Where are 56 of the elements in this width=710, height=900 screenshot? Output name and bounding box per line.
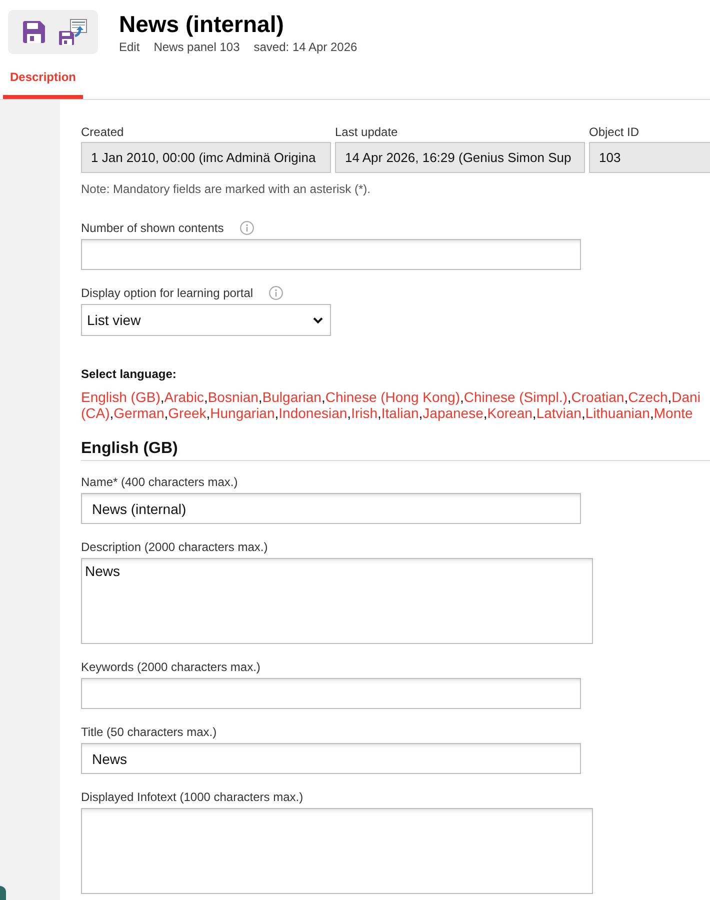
field-label: Number of shown contents (81, 221, 224, 235)
language-link[interactable]: Chinese (Hong Kong) (325, 389, 460, 405)
save-button[interactable] (23, 21, 45, 43)
chevron-down-icon (313, 316, 323, 324)
info-icon[interactable] (269, 286, 284, 300)
field-label: Name* (400 characters max.) (81, 475, 239, 489)
field-label: Created (81, 125, 124, 139)
field-label: Description (2000 characters max.) (81, 540, 269, 554)
input-field[interactable]: News (internal) (81, 493, 581, 524)
floppy-document-icon (59, 19, 87, 45)
dropdown-select[interactable]: List view (81, 304, 331, 336)
readonly-field: 1 Jan 2010, 00:00 (imc Adminä Origina (81, 142, 331, 173)
language-link[interactable]: English (GB) (81, 389, 160, 405)
language-link[interactable]: Arabic (164, 389, 204, 405)
field-label: Object ID (589, 125, 640, 139)
language-link[interactable]: Greek (168, 405, 206, 421)
language-link[interactable]: Irish (351, 405, 378, 421)
language-link[interactable]: Indonesian (278, 405, 348, 421)
meta-text: saved: 14 Apr 2026 (254, 40, 358, 54)
language-list: English (GB),Arabic,Bosnian,Bulgarian,Chinese (Hong Kong),Chinese (Simpl.),Croatian,Czech,Dani (CA),German,Greek,Hungarian,Indonesian,Irish,Italian,Japanese,Korean,Latvian,Lithuanian,Monte (81, 389, 710, 421)
readonly-field: 14 Apr 2026, 16:29 (Genius Simon Sup (335, 142, 585, 173)
field-label: Display option for learning portal (81, 286, 254, 300)
page-title: News (internal) (119, 11, 285, 38)
language-link[interactable]: Chinese (Simpl.) (464, 389, 568, 405)
textarea-field[interactable]: News (81, 558, 593, 644)
language-link[interactable]: German (114, 405, 164, 421)
toolbar-button[interactable] (59, 19, 87, 45)
language-link[interactable]: Bulgarian (262, 389, 322, 405)
language-link[interactable]: Croatian (571, 389, 624, 405)
language-link[interactable]: Czech (628, 389, 668, 405)
field-label: Title (50 characters max.) (81, 725, 218, 739)
language-link[interactable]: Hungarian (210, 405, 275, 421)
language-link[interactable]: Latvian (536, 405, 582, 421)
field-label: Displayed Infotext (1000 characters max.) (81, 790, 304, 804)
language-link[interactable]: (CA) (81, 405, 110, 421)
input-field[interactable]: News (81, 743, 581, 774)
language-link[interactable]: Lithuanian (585, 405, 650, 421)
readonly-field: 103 (589, 142, 710, 173)
note-text: Note: Mandatory fields are marked with an asterisk (*). (81, 182, 372, 196)
info-icon[interactable] (240, 221, 254, 235)
section-label: Select language: (81, 367, 178, 381)
input-field[interactable] (81, 239, 581, 270)
meta-text: Edit (119, 40, 140, 54)
field-label: Last update (335, 125, 398, 139)
language-link[interactable]: Korean (487, 405, 532, 421)
language-link[interactable]: Bosnian (208, 389, 258, 405)
language-link[interactable]: Japanese (422, 405, 484, 421)
language-link[interactable]: Italian (381, 405, 419, 421)
section-heading: English (GB) (81, 439, 710, 461)
language-link[interactable]: Monte (654, 405, 693, 421)
meta-text: News panel 103 (154, 40, 240, 54)
save-icon (23, 21, 45, 43)
textarea-field[interactable] (81, 808, 593, 894)
language-link[interactable]: Dani (672, 389, 700, 405)
field-label: Keywords (2000 characters max.) (81, 660, 262, 674)
input-field[interactable] (81, 678, 581, 709)
